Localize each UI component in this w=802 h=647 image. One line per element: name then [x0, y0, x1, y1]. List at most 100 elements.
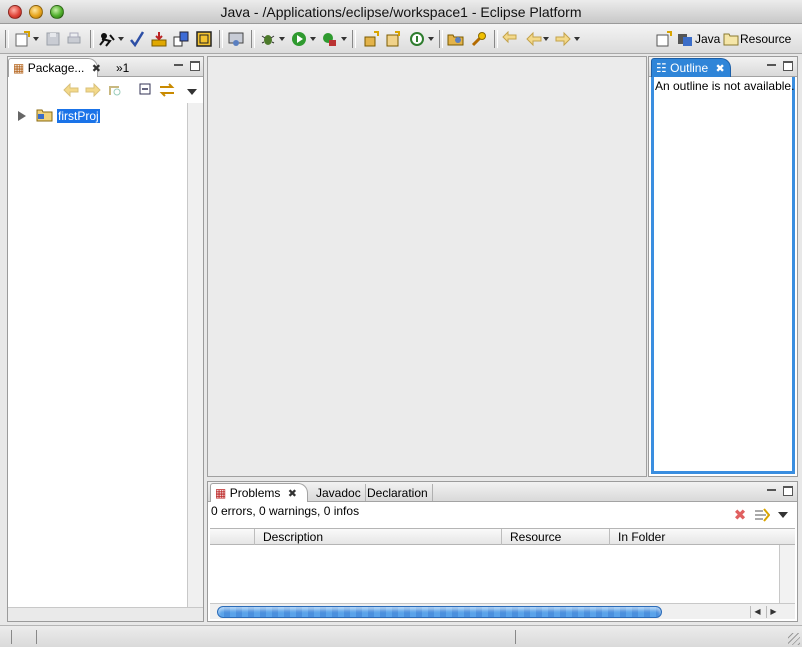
- minimize-icon[interactable]: [767, 486, 777, 496]
- toolbar-separator: [219, 30, 223, 48]
- external-tools-dropdown-icon[interactable]: [341, 37, 347, 41]
- horizontal-scrollbar[interactable]: [8, 607, 203, 621]
- tab-label: Package...: [27, 61, 85, 75]
- column-header-icon[interactable]: [210, 529, 254, 545]
- status-bar: [0, 625, 802, 647]
- new-package-icon[interactable]: [361, 30, 381, 48]
- package-explorer-view: ▦ Package... ✖ »1 firstProj: [7, 56, 204, 622]
- tab-label: Problems: [229, 486, 281, 500]
- problems-view: ▦ Problems ✖ Javadoc Declaration 0 error…: [207, 481, 798, 622]
- column-header-in-folder[interactable]: In Folder: [609, 529, 795, 545]
- tab-package-explorer[interactable]: ▦ Package... ✖: [8, 58, 101, 77]
- external-tools-icon[interactable]: [319, 30, 339, 48]
- scroll-right-arrow-icon[interactable]: ▶: [766, 606, 780, 618]
- server-icon[interactable]: [226, 30, 246, 48]
- tab-declaration[interactable]: Declaration: [363, 484, 433, 501]
- run-ant-dropdown-icon[interactable]: [118, 37, 124, 41]
- jar-icon[interactable]: [172, 30, 190, 48]
- vertical-scrollbar[interactable]: [779, 545, 795, 603]
- tree-item-firstproj[interactable]: firstProj: [18, 107, 100, 125]
- vertical-scrollbar[interactable]: [187, 103, 203, 607]
- tab-outline[interactable]: ☷ Outline ✖: [651, 58, 731, 77]
- new-wizard-icon[interactable]: [12, 30, 32, 48]
- status-separator: [11, 630, 12, 644]
- resize-grip-icon[interactable]: [788, 633, 800, 645]
- up-icon[interactable]: [106, 81, 124, 99]
- problems-tabbar: ▦ Problems ✖ Javadoc Declaration: [208, 482, 797, 502]
- java-perspective-label[interactable]: Java: [695, 32, 720, 46]
- run-ant-icon[interactable]: [97, 30, 117, 48]
- debug-dropdown-icon[interactable]: [279, 37, 285, 41]
- frame-icon[interactable]: [195, 30, 213, 48]
- check-icon[interactable]: [128, 30, 146, 48]
- horizontal-scrollbar[interactable]: ◀ ▶: [210, 603, 795, 619]
- tab-problems[interactable]: ▦ Problems ✖: [210, 483, 308, 502]
- minimize-icon[interactable]: [174, 61, 184, 71]
- expand-arrow-icon[interactable]: [18, 111, 26, 121]
- scroll-left-arrow-icon[interactable]: ◀: [750, 606, 764, 618]
- package-explorer-toolbar: [8, 77, 203, 103]
- package-explorer-tabbar: ▦ Package... ✖ »1: [8, 57, 203, 77]
- editor-area[interactable]: [207, 56, 647, 477]
- link-with-editor-icon[interactable]: [158, 81, 176, 99]
- outline-message: An outline is not available.: [655, 79, 795, 93]
- toolbar-separator: [494, 30, 498, 48]
- resource-perspective-label[interactable]: Resource: [740, 32, 791, 46]
- close-icon[interactable]: ✖: [715, 63, 724, 75]
- maximize-icon[interactable]: [190, 61, 200, 71]
- delete-icon[interactable]: ✖: [732, 506, 748, 524]
- back-dropdown-icon[interactable]: [543, 37, 549, 41]
- forward-icon[interactable]: [553, 30, 573, 48]
- view-menu-icon[interactable]: [778, 512, 788, 518]
- java-perspective-icon[interactable]: [676, 30, 694, 48]
- print-icon[interactable]: [65, 30, 83, 48]
- column-header-description[interactable]: Description: [254, 529, 501, 545]
- maximize-icon[interactable]: [783, 486, 793, 496]
- close-icon[interactable]: ✖: [288, 488, 297, 500]
- search-icon[interactable]: [469, 30, 489, 48]
- tab-overflow[interactable]: »1: [112, 59, 133, 76]
- filter-icon[interactable]: [753, 506, 771, 524]
- minimize-icon[interactable]: [767, 61, 777, 71]
- scrollbar-thumb[interactable]: [217, 606, 662, 618]
- maximize-icon[interactable]: [783, 61, 793, 71]
- back-icon[interactable]: [524, 30, 544, 48]
- problems-icon: ▦: [215, 486, 227, 500]
- new-dropdown-icon[interactable]: [33, 37, 39, 41]
- toolbar-separator: [439, 30, 443, 48]
- problems-summary: 0 errors, 0 warnings, 0 infos: [211, 504, 360, 518]
- collapse-all-icon[interactable]: [136, 81, 154, 99]
- column-header-resource[interactable]: Resource: [501, 529, 609, 545]
- status-separator: [515, 630, 516, 644]
- resource-perspective-icon[interactable]: [723, 30, 739, 48]
- back-icon[interactable]: [62, 81, 80, 99]
- window-title: Java - /Applications/eclipse/workspace1 …: [220, 4, 582, 20]
- build-icon[interactable]: [150, 30, 168, 48]
- open-type-icon[interactable]: [407, 30, 427, 48]
- new-class-icon[interactable]: [383, 30, 403, 48]
- last-edit-icon[interactable]: [500, 30, 520, 48]
- close-icon[interactable]: ✖: [92, 63, 101, 75]
- outline-view: ☷ Outline ✖ An outline is not available.: [648, 56, 798, 477]
- open-type-dropdown-icon[interactable]: [428, 37, 434, 41]
- toolbar-separator: [5, 30, 9, 48]
- problems-table-header: Description Resource In Folder: [210, 528, 795, 545]
- save-icon[interactable]: [44, 30, 62, 48]
- view-menu-icon[interactable]: [187, 89, 197, 95]
- tab-label: Outline: [670, 61, 709, 75]
- outline-icon: ☷: [656, 61, 667, 75]
- tab-javadoc[interactable]: Javadoc: [312, 484, 366, 501]
- tree-item-label[interactable]: firstProj: [57, 109, 100, 123]
- run-icon[interactable]: [289, 30, 309, 48]
- open-folder-icon[interactable]: [446, 30, 466, 48]
- run-dropdown-icon[interactable]: [310, 37, 316, 41]
- toolbar-separator: [251, 30, 255, 48]
- main-toolbar: Java Resource: [0, 24, 802, 54]
- toolbar-separator: [90, 30, 94, 48]
- forward-icon[interactable]: [84, 81, 102, 99]
- outline-tabbar: ☷ Outline ✖: [649, 57, 797, 77]
- forward-dropdown-icon[interactable]: [574, 37, 580, 41]
- debug-icon[interactable]: [258, 30, 278, 48]
- status-separator: [36, 630, 37, 644]
- open-perspective-icon[interactable]: [656, 30, 672, 48]
